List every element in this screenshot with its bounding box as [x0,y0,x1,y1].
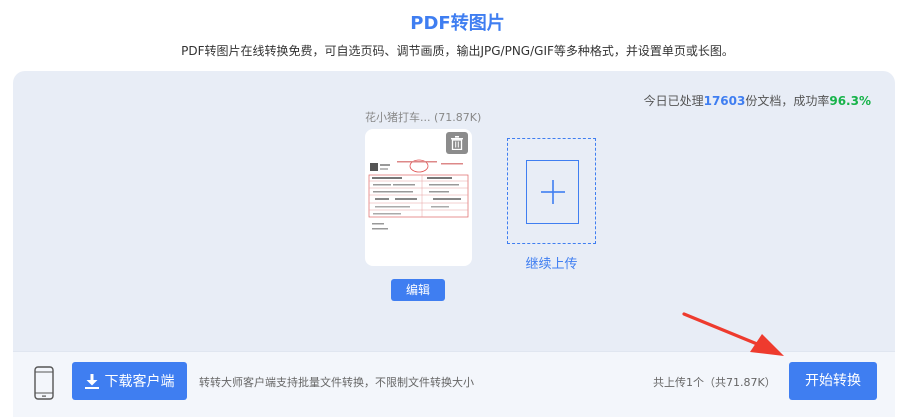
stats-middle: 份文档，成功率 [745,94,830,108]
stats-count: 17603 [703,94,746,108]
continue-upload-button[interactable] [507,138,596,244]
page-subtitle: PDF转图片在线转换免费，可自选页码、调节画质，输出JPG/PNG/GIF等多种… [181,44,734,58]
page-title: PDF转图片 [410,13,505,34]
upload-total: 共上传1个（共71.87K） [653,376,776,389]
upload-drop-area[interactable] [526,160,579,224]
trash-icon [451,136,463,150]
stats-success-rate: 96.3% [829,94,871,108]
stats-prefix: 今日已处理 [643,94,704,108]
download-client-button[interactable]: 下载客户端 [72,362,187,400]
daily-stats: 今日已处理17603份文档，成功率96.3% [644,92,871,109]
download-client-label: 下载客户端 [104,374,175,390]
download-icon [84,373,99,389]
client-note: 转转大师客户端支持批量文件转换，不限制文件转换大小 [199,376,474,389]
start-convert-button[interactable]: 开始转换 [789,362,877,400]
file-card [365,129,472,266]
plus-icon [540,180,565,204]
continue-upload-label[interactable]: 继续上传 [507,253,596,272]
converter-panel: 今日已处理17603份文档，成功率96.3% 花小猪打车... (71.87K) [13,71,895,417]
edit-button[interactable]: 编辑 [391,279,445,301]
delete-file-button[interactable] [446,132,468,154]
pdf-thumbnail [368,159,469,230]
action-bar: 下载客户端 转转大师客户端支持批量文件转换，不限制文件转换大小 共上传1个（共7… [13,351,895,417]
red-arrow-icon [682,312,784,356]
phone-icon [34,366,54,400]
file-name: 花小猪打车... (71.87K) [365,111,482,124]
